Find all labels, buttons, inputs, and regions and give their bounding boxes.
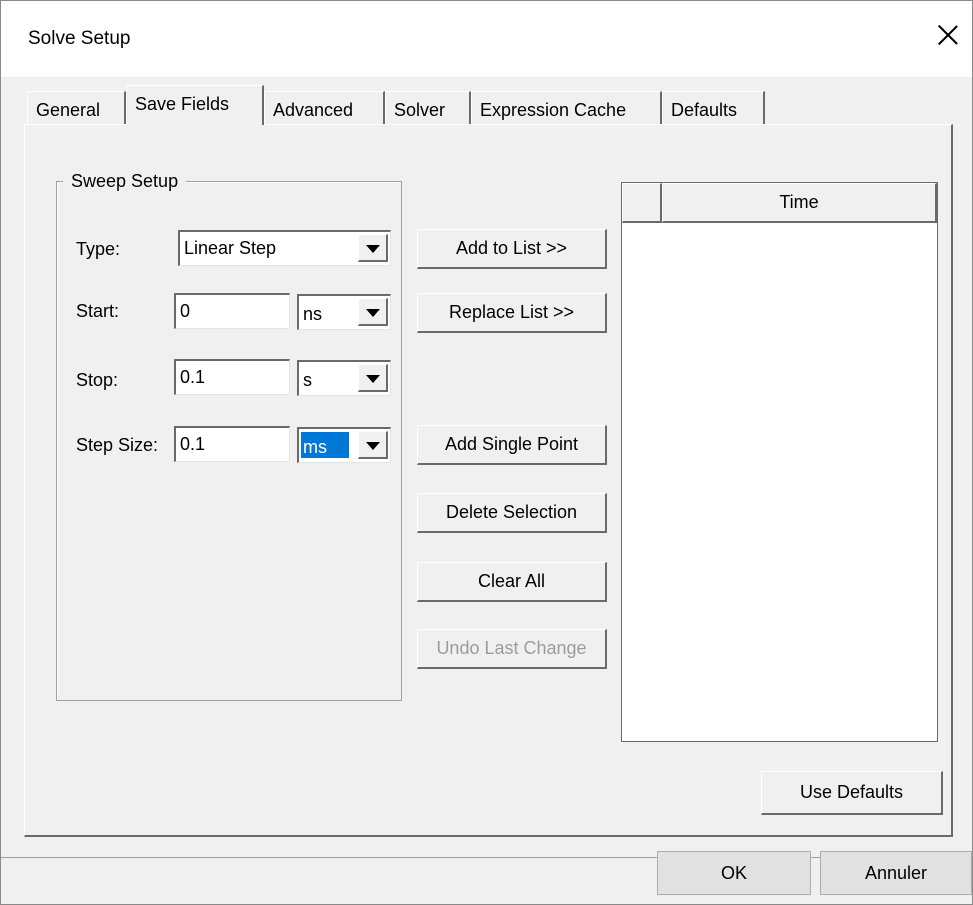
step-unit-value: ms xyxy=(303,437,327,457)
stop-unit-select[interactable]: s xyxy=(297,360,391,396)
stop-label: Stop: xyxy=(76,370,119,390)
tab-defaults-label: Defaults xyxy=(671,100,738,120)
window-title: Solve Setup xyxy=(28,28,131,49)
step-size-label: Step Size: xyxy=(76,435,159,455)
step-size-input-value: 0.1 xyxy=(180,434,206,454)
delete-selection-button[interactable]: Delete Selection xyxy=(417,493,607,533)
tab-solver[interactable]: Solver xyxy=(385,91,471,124)
type-select-value: Linear Step xyxy=(184,238,277,258)
list-header-corner xyxy=(622,183,662,223)
tab-solver-label: Solver xyxy=(394,100,446,120)
clear-all-button[interactable]: Clear All xyxy=(417,562,607,602)
start-unit-value: ns xyxy=(303,304,323,324)
start-input[interactable]: 0 xyxy=(174,293,290,329)
time-list[interactable]: Time xyxy=(621,182,938,742)
tab-general-label: General xyxy=(36,100,101,120)
tab-general[interactable]: General xyxy=(27,91,126,124)
close-icon[interactable] xyxy=(930,19,966,55)
add-single-point-button[interactable]: Add Single Point xyxy=(417,425,607,465)
sweep-setup-title: Sweep Setup xyxy=(63,171,187,192)
chevron-down-icon[interactable] xyxy=(358,298,388,326)
step-size-input[interactable]: 0.1 xyxy=(174,426,290,462)
time-column-header[interactable]: Time xyxy=(662,183,937,223)
chevron-down-icon[interactable] xyxy=(358,234,388,262)
title-bar: Solve Setup xyxy=(1,1,972,77)
replace-list-button[interactable]: Replace List >> xyxy=(417,293,607,333)
step-unit-select[interactable]: ms xyxy=(297,427,391,463)
cancel-button[interactable]: Annuler xyxy=(820,851,972,895)
ok-button[interactable]: OK xyxy=(657,851,811,895)
tab-expression-cache[interactable]: Expression Cache xyxy=(471,91,662,124)
start-label: Start: xyxy=(76,301,120,321)
start-input-value: 0 xyxy=(180,301,191,321)
tab-defaults[interactable]: Defaults xyxy=(662,91,765,124)
tab-save-fields[interactable]: Save Fields xyxy=(126,85,264,125)
stop-unit-value: s xyxy=(303,370,312,390)
stop-input-value: 0.1 xyxy=(180,367,206,387)
chevron-down-icon[interactable] xyxy=(358,431,388,459)
tab-advanced-label: Advanced xyxy=(273,100,354,120)
type-label: Type: xyxy=(76,239,121,259)
use-defaults-button[interactable]: Use Defaults xyxy=(761,771,943,815)
add-to-list-button[interactable]: Add to List >> xyxy=(417,229,607,269)
tab-save-fields-label: Save Fields xyxy=(135,94,230,114)
tab-advanced[interactable]: Advanced xyxy=(264,91,385,124)
chevron-down-icon[interactable] xyxy=(358,364,388,392)
solve-setup-dialog: Solve Setup General Save Fields Advanced… xyxy=(0,0,973,905)
stop-input[interactable]: 0.1 xyxy=(174,359,290,395)
undo-last-change-button[interactable]: Undo Last Change xyxy=(417,629,607,669)
tab-expression-cache-label: Expression Cache xyxy=(480,100,627,120)
start-unit-select[interactable]: ns xyxy=(297,294,391,330)
type-select[interactable]: Linear Step xyxy=(178,230,391,266)
